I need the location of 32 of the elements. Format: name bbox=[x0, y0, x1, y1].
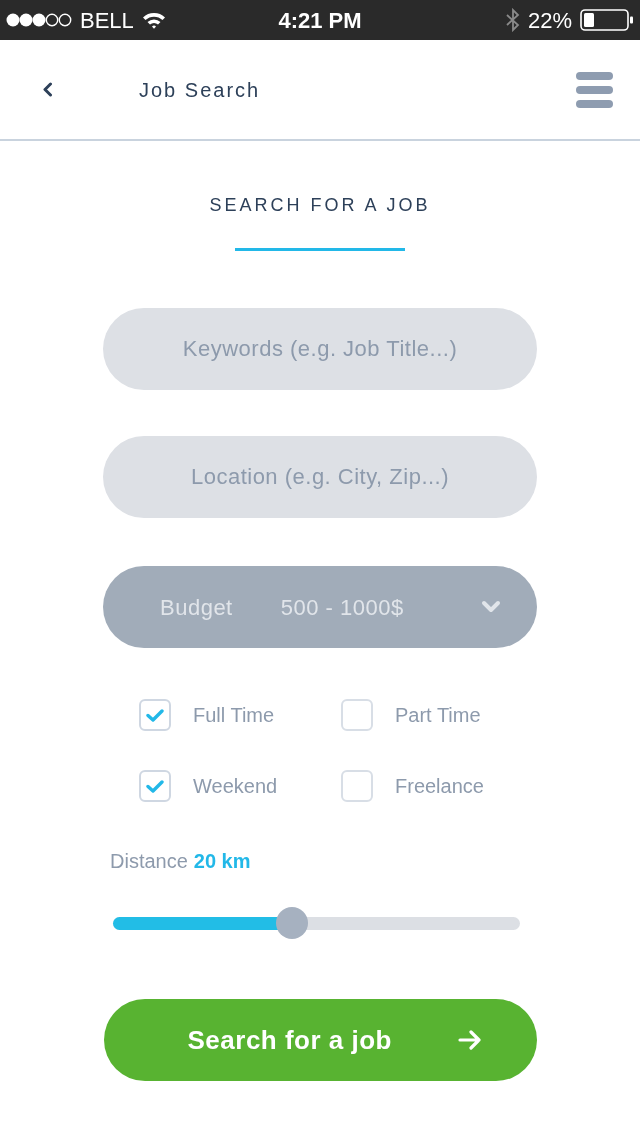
checkbox-label: Freelance bbox=[395, 774, 484, 799]
checkbox-label: Weekend bbox=[193, 774, 278, 799]
menu-button[interactable] bbox=[576, 71, 613, 108]
menu-icon bbox=[576, 71, 613, 108]
slider-thumb[interactable] bbox=[276, 907, 309, 939]
arrow-right-icon bbox=[457, 1030, 482, 1050]
status-time: 4:21 PM bbox=[278, 6, 362, 35]
check-icon bbox=[146, 779, 164, 793]
signal-dots-icon bbox=[6, 13, 72, 27]
distance-slider[interactable] bbox=[113, 907, 520, 939]
checkbox[interactable] bbox=[341, 699, 373, 731]
checkbox[interactable] bbox=[139, 770, 171, 802]
distance-value: 20 km bbox=[193, 849, 251, 873]
wifi-icon bbox=[141, 11, 166, 29]
page-heading: SEARCH FOR A JOB bbox=[209, 194, 431, 217]
chevron-down-icon bbox=[481, 600, 501, 614]
distance-label: Distance bbox=[110, 849, 188, 873]
text-field[interactable]: Keywords (e.g. Job Title...) bbox=[103, 308, 537, 390]
bluetooth-icon bbox=[505, 8, 520, 32]
text-field[interactable]: Location (e.g. City, Zip...) bbox=[103, 436, 537, 518]
battery-icon bbox=[580, 9, 634, 31]
nav-title: Job Search bbox=[139, 77, 261, 103]
battery-percent: 22% bbox=[527, 6, 572, 35]
check-icon bbox=[146, 708, 164, 722]
carrier-name: BELL bbox=[80, 6, 134, 35]
search-button[interactable]: Search for a job bbox=[103, 999, 537, 1081]
checkbox-label: Part Time bbox=[395, 703, 481, 728]
checkbox[interactable] bbox=[341, 770, 373, 802]
checkbox[interactable] bbox=[139, 699, 171, 731]
checkbox-label: Full Time bbox=[193, 703, 275, 728]
budget-dropdown[interactable]: Budget 500 - 1000$ bbox=[103, 566, 537, 648]
back-chevron-icon bbox=[41, 82, 53, 97]
